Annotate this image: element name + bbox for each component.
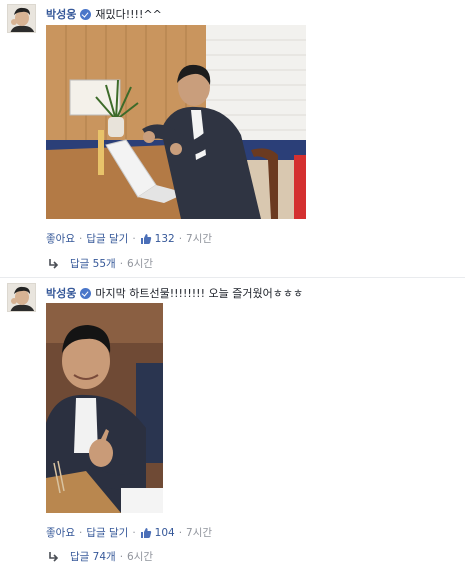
like-count[interactable]: 104 — [155, 527, 175, 539]
separator-dot: · — [132, 232, 136, 245]
thumbs-up-icon[interactable] — [140, 233, 152, 245]
thumbs-up-icon[interactable] — [140, 527, 152, 539]
separator-dot: · — [78, 232, 83, 245]
reply-arrow-icon — [48, 551, 60, 562]
avatar[interactable] — [7, 283, 36, 312]
replies-count[interactable]: 답글 55개 — [70, 256, 116, 271]
like-link[interactable]: 좋아요 — [46, 231, 75, 246]
comment-header: 박성웅 재밌다!!!!^^ — [46, 6, 162, 22]
separator-dot: · — [119, 550, 124, 563]
verified-badge-icon — [80, 287, 92, 299]
comment-actions: 좋아요 · 답글 달기 · 132 · 7시간 — [46, 231, 212, 246]
comment-text: 마지막 하트선물!!!!!!!! 오늘 즐거웠어ㅎㅎㅎ — [95, 287, 304, 300]
comment-text: 재밌다!!!!^^ — [95, 8, 162, 21]
comment-header: 박성웅 마지막 하트선물!!!!!!!! 오늘 즐거웠어ㅎㅎㅎ — [46, 285, 303, 301]
comment-photo[interactable] — [46, 303, 163, 513]
timestamp[interactable]: 6시간 — [127, 256, 153, 271]
author-name[interactable]: 박성웅 — [46, 285, 76, 301]
avatar[interactable] — [7, 4, 36, 33]
author-name[interactable]: 박성웅 — [46, 6, 76, 22]
reply-link[interactable]: 답글 달기 — [86, 525, 128, 540]
timestamp[interactable]: 7시간 — [186, 231, 212, 246]
timestamp[interactable]: 7시간 — [186, 525, 212, 540]
divider — [0, 277, 465, 278]
like-count[interactable]: 132 — [155, 233, 175, 245]
replies-count[interactable]: 답글 74개 — [70, 549, 116, 564]
separator-dot: · — [132, 526, 136, 539]
comment-photo[interactable] — [46, 25, 306, 219]
like-link[interactable]: 좋아요 — [46, 525, 75, 540]
comment-actions: 좋아요 · 답글 달기 · 104 · 7시간 — [46, 525, 212, 540]
reply-arrow-icon — [48, 258, 60, 269]
separator-dot: · — [119, 257, 124, 270]
timestamp[interactable]: 6시간 — [127, 549, 153, 564]
verified-badge-icon — [80, 8, 92, 20]
reply-link[interactable]: 답글 달기 — [86, 231, 128, 246]
replies-link[interactable]: 답글 55개 · 6시간 — [48, 256, 153, 271]
separator-dot: · — [78, 526, 83, 539]
replies-link[interactable]: 답글 74개 · 6시간 — [48, 549, 153, 564]
separator-dot: · — [178, 232, 183, 245]
separator-dot: · — [178, 526, 183, 539]
